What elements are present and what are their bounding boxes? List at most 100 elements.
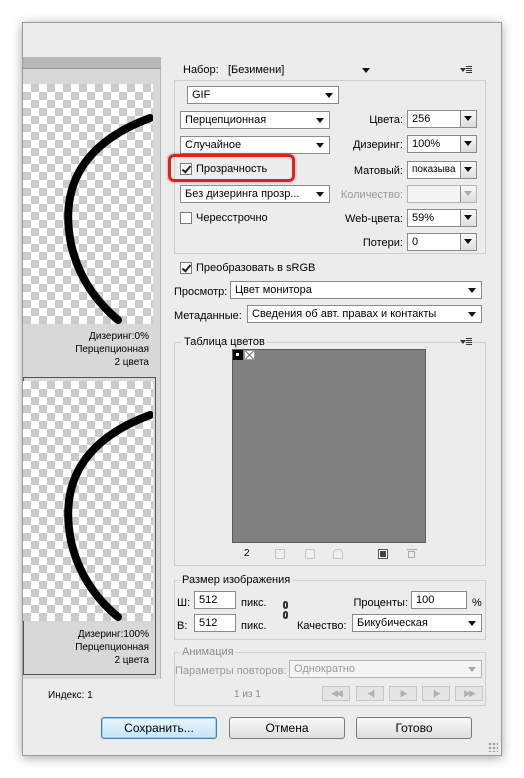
height-label: В: bbox=[177, 620, 188, 632]
next-frame-button[interactable]: |▶ bbox=[422, 686, 450, 701]
convert-srgb-checkbox[interactable] bbox=[180, 262, 192, 274]
format-select[interactable]: GIF bbox=[187, 86, 339, 104]
convert-srgb-label[interactable]: Преобразовать в sRGB bbox=[196, 261, 315, 275]
percent-label: Проценты: bbox=[353, 597, 408, 609]
new-color-icon[interactable] bbox=[378, 549, 388, 559]
save-button[interactable]: Сохранить... bbox=[101, 717, 217, 739]
lossy-label: Потери: bbox=[362, 237, 403, 249]
preview-2-info: Дизеринг:100% Перцепционная 2 цвета bbox=[23, 628, 149, 667]
resize-grip[interactable] bbox=[488, 742, 498, 752]
width-unit: пикс. bbox=[241, 597, 267, 609]
preview-value: Цвет монитора bbox=[235, 284, 312, 296]
web-snap-input[interactable]: 59% bbox=[407, 209, 477, 227]
chevron-down-icon bbox=[464, 116, 472, 121]
loop-select[interactable]: Однократно bbox=[289, 660, 482, 678]
preview-2-method: Перцепционная bbox=[75, 642, 149, 653]
chevron-down-icon bbox=[468, 312, 476, 317]
height-value: 512 bbox=[199, 617, 218, 629]
web-snap-value: 59% bbox=[412, 212, 435, 224]
interlaced-checkbox[interactable] bbox=[180, 212, 192, 224]
animation-title: Анимация bbox=[180, 645, 236, 659]
first-frame-icon: ◀◀ bbox=[331, 688, 343, 698]
chevron-down-icon bbox=[468, 621, 476, 626]
quality-select[interactable]: Бикубическая bbox=[352, 614, 482, 632]
dither-amount-input[interactable]: 100% bbox=[407, 135, 477, 153]
dither-label: Дизеринг: bbox=[352, 139, 403, 151]
matte-label: Матовый: bbox=[353, 165, 403, 177]
chevron-down-icon bbox=[325, 93, 333, 98]
percent-value: 100 bbox=[416, 594, 435, 606]
web-snap-label: Web-цвета: bbox=[345, 213, 403, 225]
web-shift-icon[interactable] bbox=[305, 549, 315, 559]
lossy-input[interactable]: 0 bbox=[407, 233, 477, 251]
prev-frame-button[interactable]: ◀| bbox=[356, 686, 384, 701]
percent-input[interactable]: 100 bbox=[411, 591, 467, 609]
preview-select[interactable]: Цвет монитора bbox=[230, 281, 482, 299]
chevron-down-icon bbox=[468, 288, 476, 293]
black-swatch[interactable] bbox=[233, 350, 243, 360]
chevron-down-icon bbox=[316, 118, 324, 123]
quality-value: Бикубическая bbox=[357, 617, 428, 629]
amount-input[interactable] bbox=[407, 185, 477, 203]
done-button[interactable]: Готово bbox=[356, 717, 472, 739]
metadata-select[interactable]: Сведения об авт. правах и контакты bbox=[247, 305, 482, 323]
flyout-menu-icon[interactable] bbox=[460, 66, 472, 74]
transparency-checkbox[interactable] bbox=[180, 163, 192, 175]
chevron-down-icon bbox=[316, 143, 324, 148]
color-reduction-value: Перцепционная bbox=[185, 114, 267, 126]
color-reduction-select[interactable]: Перцепционная bbox=[180, 111, 330, 129]
index-label: Индекс: 1 bbox=[48, 690, 93, 701]
interlaced-label[interactable]: Чересстрочно bbox=[196, 211, 268, 225]
next-frame-icon: |▶ bbox=[433, 688, 440, 698]
trash-icon[interactable] bbox=[407, 548, 417, 559]
chevron-down-icon bbox=[464, 215, 472, 220]
dither-algorithm-select[interactable]: Случайное bbox=[180, 136, 330, 154]
color-table-swatches[interactable] bbox=[232, 349, 426, 543]
transparent-swatch[interactable] bbox=[244, 350, 255, 360]
metadata-label: Метаданные: bbox=[174, 310, 242, 322]
chevron-down-icon bbox=[468, 667, 476, 672]
colors-select[interactable]: 256 bbox=[407, 110, 477, 128]
width-value: 512 bbox=[199, 594, 218, 606]
preview-1-curve bbox=[64, 114, 153, 324]
preset-select[interactable]: [Безимени] bbox=[224, 61, 374, 79]
amount-label: Количество: bbox=[340, 189, 403, 201]
preview-header bbox=[23, 57, 161, 69]
preview-1-info: Дизеринг:0% Перцепционная 2 цвета bbox=[23, 330, 149, 369]
chevron-down-icon bbox=[464, 167, 472, 172]
transparency-dither-select[interactable]: Без дизеринга прозр... bbox=[180, 185, 330, 203]
lock-color-icon[interactable] bbox=[333, 549, 343, 559]
lossy-value: 0 bbox=[412, 236, 419, 248]
constrain-proportions-icon[interactable] bbox=[282, 601, 291, 623]
map-color-icon[interactable] bbox=[275, 549, 285, 559]
matte-select[interactable]: показыва bbox=[407, 161, 477, 179]
play-button[interactable]: ▶ bbox=[389, 686, 417, 701]
transparency-dither-value: Без дизеринга прозр... bbox=[185, 188, 300, 200]
percent-unit: % bbox=[472, 597, 482, 609]
height-input[interactable]: 512 bbox=[194, 614, 236, 632]
play-icon: ▶ bbox=[400, 688, 408, 698]
prev-frame-icon: ◀| bbox=[367, 688, 374, 698]
chevron-down-icon bbox=[362, 68, 370, 73]
last-frame-icon: ▶▶ bbox=[464, 688, 476, 698]
first-frame-button[interactable]: ◀◀ bbox=[322, 686, 350, 701]
width-input[interactable]: 512 bbox=[194, 591, 236, 609]
height-unit: пикс. bbox=[241, 620, 267, 632]
flyout-menu-icon[interactable] bbox=[460, 338, 472, 346]
transparency-label[interactable]: Прозрачность bbox=[196, 162, 267, 176]
chevron-down-icon bbox=[464, 141, 472, 146]
colors-label: Цвета: bbox=[369, 114, 403, 126]
colors-value: 256 bbox=[412, 113, 431, 125]
dither-algorithm-value: Случайное bbox=[185, 139, 242, 151]
cancel-button[interactable]: Отмена bbox=[229, 717, 345, 739]
dither-amount-value: 100% bbox=[412, 138, 441, 150]
chevron-down-icon bbox=[464, 191, 472, 196]
format-value: GIF bbox=[192, 89, 211, 101]
loop-label: Параметры повторов: bbox=[175, 665, 287, 677]
preview-label: Просмотр: bbox=[174, 286, 228, 298]
chevron-down-icon bbox=[464, 239, 472, 244]
width-label: Ш: bbox=[177, 597, 191, 609]
matte-value: показыва bbox=[412, 164, 456, 175]
preview-2-curve bbox=[64, 411, 153, 621]
last-frame-button[interactable]: ▶▶ bbox=[455, 686, 483, 701]
